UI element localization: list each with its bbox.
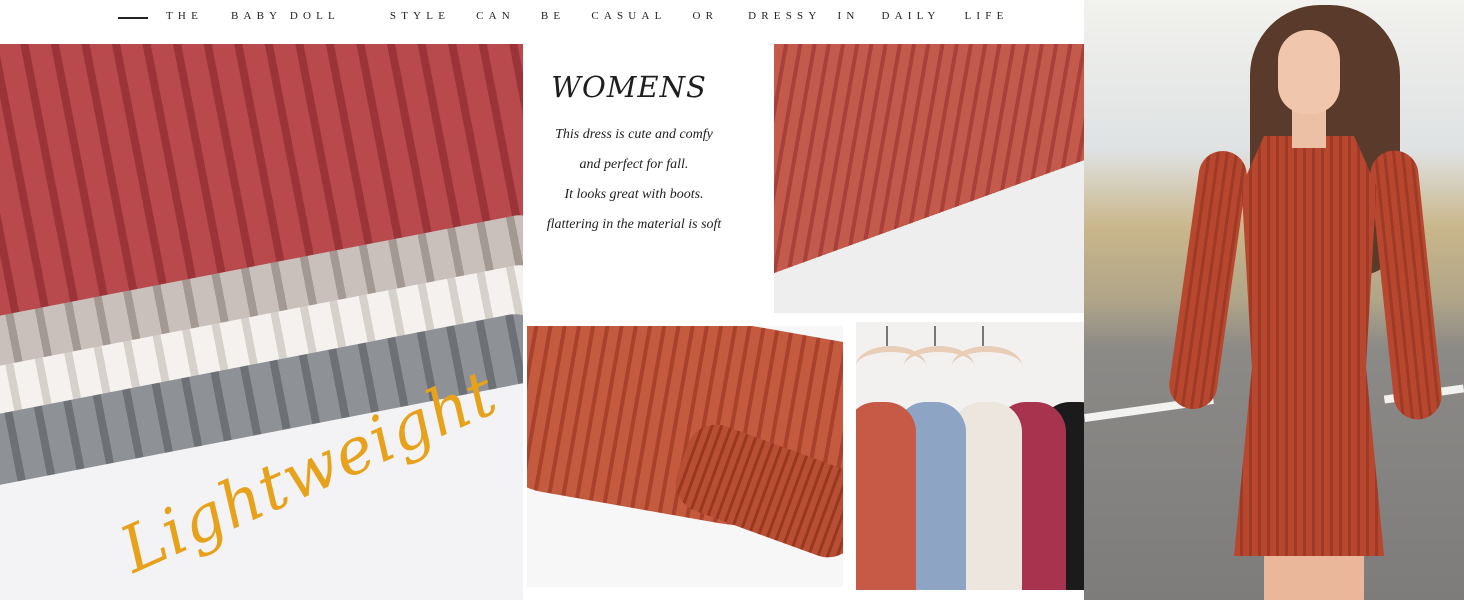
- tagline-word: CAN: [476, 10, 515, 22]
- tagline: THE BABY DOLL STYLE CAN BE CASUAL OR DRE…: [166, 10, 1009, 22]
- hanger-hook: [934, 326, 936, 346]
- color-options-hangers: [856, 322, 1084, 590]
- tagline-word: DAILY: [881, 10, 941, 22]
- fabric-stack-photo: Lightweight: [0, 44, 523, 600]
- description-line: and perfect for fall.: [579, 157, 689, 172]
- tagline-word: BABY DOLL: [230, 10, 340, 22]
- tagline-word: LIFE: [964, 10, 1009, 22]
- description-line: It looks great with boots.: [564, 187, 704, 202]
- description-copy: This dress is cute and comfy and perfect…: [524, 120, 744, 240]
- tagline-word: IN: [837, 10, 860, 22]
- tagline-word: BE: [540, 10, 566, 22]
- tagline-word: STYLE: [389, 10, 451, 22]
- tagline-word: DRESSY: [748, 10, 822, 22]
- garment-rust: [856, 402, 916, 590]
- wood-hanger: [952, 346, 1022, 386]
- tagline-word: THE: [166, 10, 203, 22]
- header-rule: [118, 17, 148, 19]
- model-photo: [1084, 0, 1464, 600]
- knit-hem-closeup: [774, 44, 1084, 313]
- description-line: This dress is cute and comfy: [555, 127, 713, 142]
- tagline-word: OR: [692, 10, 719, 22]
- tagline-word: CASUAL: [591, 10, 667, 22]
- hanger-hook: [982, 326, 984, 346]
- model-sleeve-left: [1166, 147, 1250, 413]
- model-neck: [1292, 108, 1326, 148]
- model-sleeve-right: [1368, 148, 1444, 422]
- hanger-hook: [886, 326, 888, 346]
- model-face: [1278, 30, 1340, 114]
- sleeve-cuff-closeup: [527, 326, 843, 587]
- model-dress: [1234, 136, 1384, 556]
- description-line: flattering in the material is soft: [546, 217, 722, 232]
- section-title: WOMENS: [551, 70, 707, 104]
